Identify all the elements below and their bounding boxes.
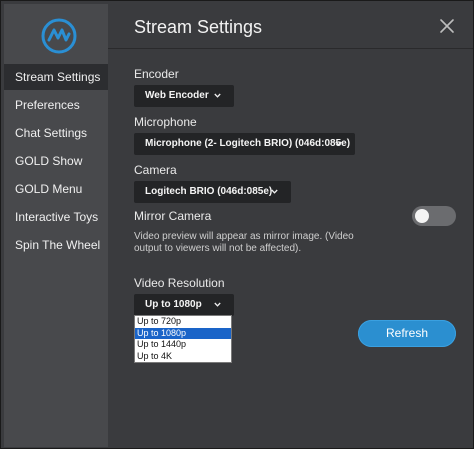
page-title: Stream Settings — [134, 17, 263, 37]
chevron-down-icon — [214, 302, 221, 307]
microphone-label: Microphone — [134, 115, 197, 129]
video-resolution-label: Video Resolution — [134, 276, 225, 290]
encoder-select[interactable]: Web Encoder — [134, 85, 234, 107]
sidebar-item-interactive-toys[interactable]: Interactive Toys — [4, 204, 108, 230]
chevron-down-icon — [214, 93, 221, 98]
sidebar-item-preferences[interactable]: Preferences — [4, 92, 108, 118]
close-icon[interactable] — [438, 17, 456, 35]
camera-select[interactable]: Logitech BRIO (046d:085e) — [134, 181, 291, 203]
video-resolution-select[interactable]: Up to 1080p — [134, 294, 234, 316]
chevron-down-icon — [335, 141, 342, 146]
sidebar-item-gold-menu[interactable]: GOLD Menu — [4, 176, 108, 202]
video-resolution-value: Up to 1080p — [145, 299, 202, 310]
sidebar-item-chat-settings[interactable]: Chat Settings — [4, 120, 108, 146]
sidebar-item-spin-the-wheel[interactable]: Spin The Wheel — [4, 232, 108, 258]
camera-value: Logitech BRIO (046d:085e) — [145, 186, 273, 197]
sidebar-item-gold-show[interactable]: GOLD Show — [4, 148, 108, 174]
toggle-knob — [415, 209, 429, 223]
refresh-button[interactable]: Refresh — [358, 320, 456, 347]
microphone-select[interactable]: Microphone (2- Logitech BRIO) (046d:085e… — [134, 133, 355, 155]
resolution-option-720p[interactable]: Up to 720p — [135, 316, 231, 328]
settings-panel: Stream Settings Encoder Web Encoder Micr… — [108, 1, 473, 448]
resolution-option-1080p[interactable]: Up to 1080p — [135, 327, 231, 339]
mirror-camera-note: Video preview will appear as mirror imag… — [134, 231, 354, 254]
mirror-camera-label: Mirror Camera — [134, 209, 212, 223]
microphone-value: Microphone (2- Logitech BRIO) (046d:085e… — [145, 138, 351, 149]
sidebar: Stream Settings Preferences Chat Setting… — [4, 4, 108, 447]
encoder-value: Web Encoder — [145, 90, 209, 101]
mirror-camera-toggle[interactable] — [412, 206, 456, 226]
chevron-down-icon — [271, 189, 278, 194]
encoder-label: Encoder — [134, 67, 179, 81]
camera-label: Camera — [134, 163, 177, 177]
sidebar-item-stream-settings[interactable]: Stream Settings — [4, 64, 108, 90]
resolution-option-1440p[interactable]: Up to 1440p — [135, 339, 231, 351]
header-divider — [108, 48, 473, 49]
video-resolution-dropdown: Up to 720p Up to 1080p Up to 1440p Up to… — [134, 315, 232, 363]
logo-icon — [41, 18, 77, 54]
resolution-option-4k[interactable]: Up to 4K — [135, 351, 231, 363]
settings-window: Stream Settings Preferences Chat Setting… — [0, 0, 474, 449]
